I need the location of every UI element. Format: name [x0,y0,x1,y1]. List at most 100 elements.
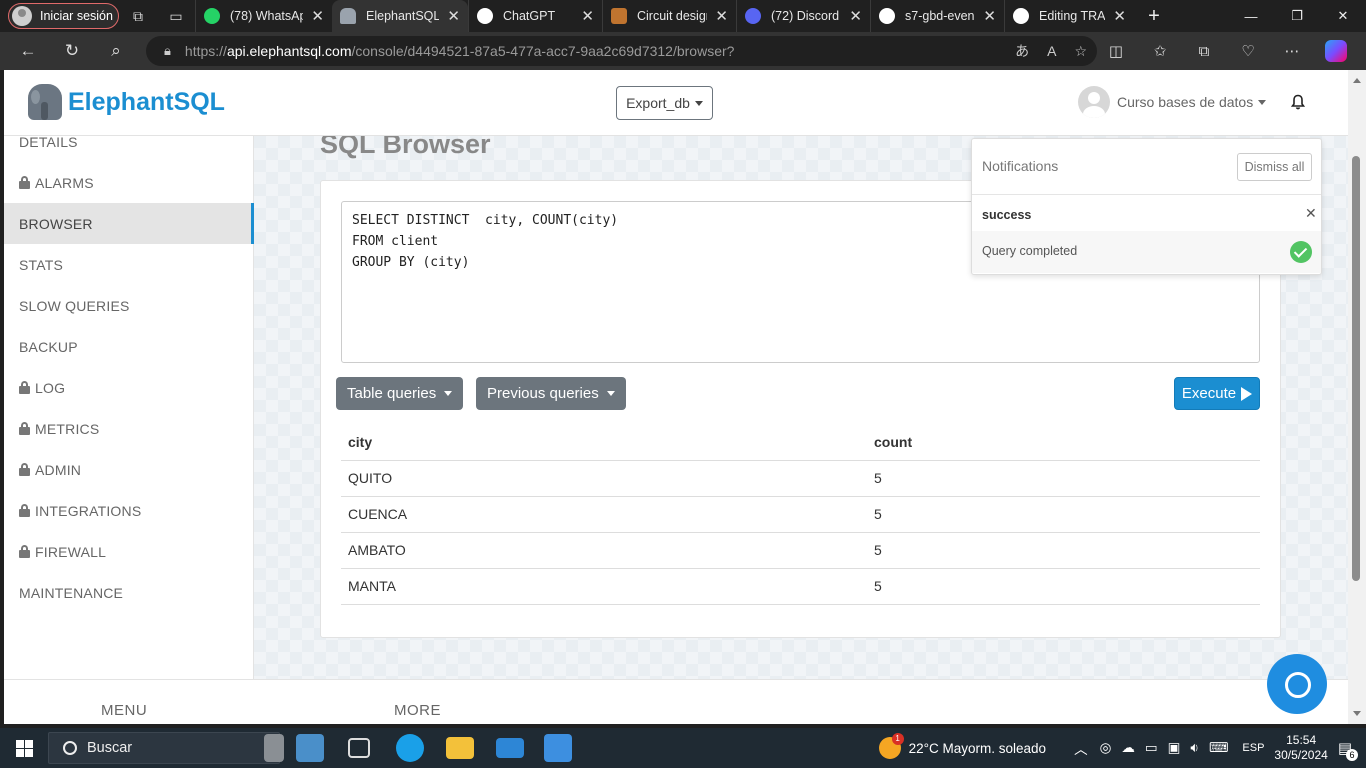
lock-icon [19,463,30,476]
favorites-icon[interactable]: ✩ [1138,42,1182,60]
sidebar-item-backup[interactable]: BACKUP [4,326,254,367]
close-tab-icon[interactable]: ✕ [447,7,460,25]
execute-button[interactable]: Execute [1174,377,1260,410]
collections-icon[interactable]: ⧉ [1182,43,1226,60]
trash-icon[interactable] [264,734,284,762]
table-row: QUITO 5 [341,460,1260,497]
sidebar-item-alarms[interactable]: ALARMS [4,162,254,203]
tab-github-editing[interactable]: Editing TRAB ✕ [1004,0,1134,32]
dismiss-all-button[interactable]: Dismiss all [1237,153,1312,181]
close-tab-icon[interactable]: ✕ [715,7,728,25]
maps-icon[interactable] [296,734,324,762]
back-icon[interactable]: ← [6,32,50,70]
split-screen-icon[interactable]: ◫ [1094,42,1138,60]
top-navbar: ElephantSQL Export_db Curso bases de dat… [4,70,1348,136]
export-db-dropdown[interactable]: Export_db [616,86,713,120]
scroll-down-icon[interactable] [1353,711,1361,716]
bottom-nav: MENU MORE [4,679,1348,724]
weather-sun-icon[interactable]: 1 [878,733,904,759]
weather-text[interactable]: 22°C Mayorm. soleado [909,741,1046,756]
edge-icon[interactable] [396,734,424,762]
search-icon[interactable]: ⌕ [94,32,138,70]
close-tab-icon[interactable]: ✕ [311,7,324,25]
tab-actions-icon[interactable]: ▭ [157,0,195,32]
sidebar: DETAILS ALARMS BROWSER STATS SLOW QUERIE… [4,134,254,679]
table-queries-dropdown[interactable]: Table queries [336,377,464,410]
keyboard-icon[interactable]: ⌨ [1209,740,1229,756]
page-scrollbar[interactable] [1348,70,1366,724]
tab-github-s7[interactable]: s7-gbd-even ✕ [870,0,1004,32]
read-aloud-icon[interactable]: A [1047,43,1056,59]
taskbar-search[interactable]: Buscar [48,732,280,764]
close-tab-icon[interactable]: ✕ [581,7,594,25]
refresh-icon[interactable]: ↻ [50,32,94,70]
sidebar-item-admin[interactable]: ADMIN [4,449,254,490]
store-icon[interactable] [544,734,572,762]
menu-tab[interactable]: MENU [101,702,147,719]
close-tab-icon[interactable]: ✕ [849,7,862,25]
sidebar-item-stats[interactable]: STATS [4,244,254,285]
circuit-icon [611,8,627,24]
brand-logo[interactable]: ElephantSQL [28,84,225,120]
elephant-logo-icon [28,84,62,120]
bell-icon[interactable] [1291,94,1305,110]
close-window-icon[interactable]: ✕ [1320,0,1366,32]
translate-icon[interactable]: あ [1015,41,1029,61]
more-tab[interactable]: MORE [394,702,441,719]
performance-icon[interactable]: ♡ [1226,42,1270,60]
battery-icon[interactable]: ▭ [1145,740,1158,756]
more-menu-icon[interactable]: ⋯ [1270,42,1314,60]
sidebar-item-firewall[interactable]: FIREWALL [4,531,254,572]
security-icon[interactable]: ◎ [1100,740,1112,756]
cloud-icon[interactable]: ☁ [1121,740,1135,756]
url-actions: あ A ☆ [1015,36,1087,66]
url-field[interactable]: 🔒︎ https://api.elephantsql.com/console/d… [146,36,1097,66]
notifications-header: Notifications [982,158,1059,174]
scroll-up-icon[interactable] [1353,78,1361,83]
volume-icon[interactable]: 🔉︎ [1190,740,1199,756]
windows-start-icon[interactable] [0,728,48,768]
chevron-up-icon[interactable]: ︿ [1074,738,1088,758]
lock-icon[interactable]: 🔒︎ [164,43,171,59]
task-view-icon[interactable] [348,738,370,758]
user-menu[interactable]: Curso bases de datos [1078,86,1267,118]
close-notification-icon[interactable]: ✕ [1305,205,1317,222]
close-tab-icon[interactable]: ✕ [1113,7,1126,25]
minimize-icon[interactable]: — [1228,0,1274,32]
tab-chatgpt[interactable]: ChatGPT ✕ [468,0,602,32]
tab-circuit-design[interactable]: Circuit design ✕ [602,0,736,32]
copilot-icon[interactable] [1325,40,1347,62]
cell-count: 5 [867,532,1260,569]
tab-discord[interactable]: (72) Discord ✕ [736,0,870,32]
favorite-star-icon[interactable]: ☆ [1074,43,1087,60]
github-icon [879,8,895,24]
sidebar-item-browser[interactable]: BROWSER [4,203,254,244]
sidebar-item-metrics[interactable]: METRICS [4,408,254,449]
scrollbar-thumb[interactable] [1352,156,1360,581]
clock[interactable]: 15:54 30/5/2024 [1274,733,1327,763]
previous-queries-dropdown[interactable]: Previous queries [476,377,626,410]
cell-count: 5 [867,568,1260,605]
new-tab-button[interactable]: + [1134,5,1174,28]
file-explorer-icon[interactable] [446,737,474,759]
sidebar-item-integrations[interactable]: INTEGRATIONS [4,490,254,531]
close-tab-icon[interactable]: ✕ [983,7,996,25]
notifications-center-icon[interactable]: ▤ 6 [1338,739,1358,761]
mail-icon[interactable] [496,738,524,758]
lock-icon [19,381,30,394]
tab-elephantsql[interactable]: ElephantSQL ✕ [332,0,468,32]
sidebar-item-maintenance[interactable]: MAINTENANCE [4,572,254,613]
tab-whatsapp[interactable]: (78) WhatsApp ✕ [195,0,332,32]
workspaces-icon[interactable]: ⧉ [119,0,157,32]
profile-label: Iniciar sesión [40,9,113,23]
restore-icon[interactable]: ❐ [1274,0,1320,32]
sidebar-item-log[interactable]: LOG [4,367,254,408]
language-indicator[interactable]: ESP [1242,742,1264,754]
browser-tools: ◫ ✩ ⧉ ♡ ⋯ [1094,32,1358,70]
system-tray: 1 22°C Mayorm. soleado ︿ ◎ ☁ ▭ ▣ 🔉︎ ⌨ ES… [878,728,1366,768]
chat-support-button[interactable] [1267,654,1327,714]
profile-avatar-icon [12,6,32,26]
network-icon[interactable]: ▣ [1168,740,1181,756]
profile-button[interactable]: Iniciar sesión [8,3,119,29]
sidebar-item-slow-queries[interactable]: SLOW QUERIES [4,285,254,326]
